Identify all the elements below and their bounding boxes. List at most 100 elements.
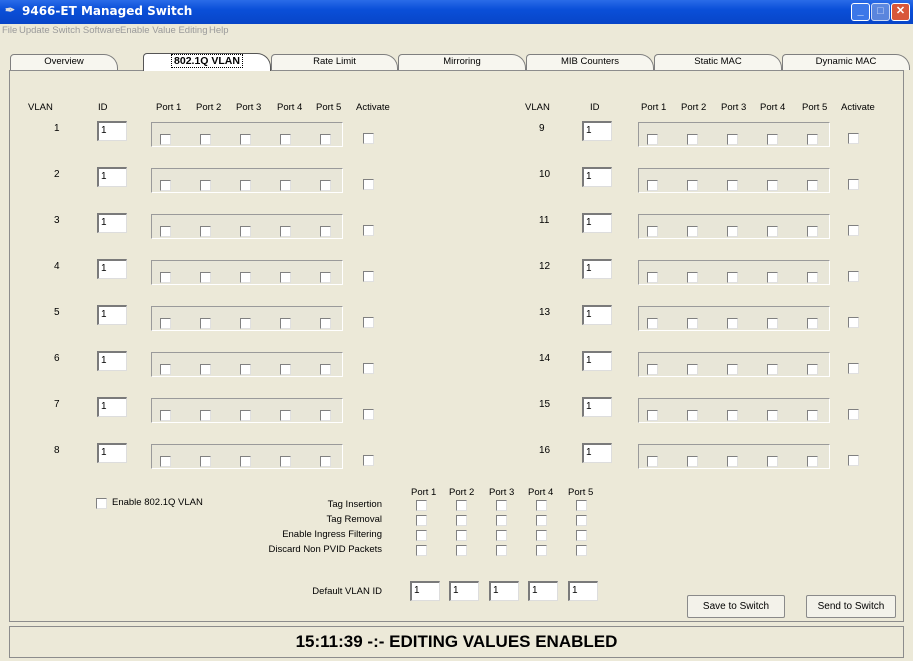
- tab-mib-counters[interactable]: MIB Counters: [526, 54, 654, 70]
- port-1-checkbox[interactable]: [160, 226, 171, 237]
- settings-port-4-checkbox[interactable]: [536, 545, 547, 556]
- activate-checkbox[interactable]: [363, 225, 374, 236]
- settings-port-2-checkbox[interactable]: [456, 515, 467, 526]
- default-vlan-id-port-5[interactable]: 1: [568, 581, 598, 601]
- port-4-checkbox[interactable]: [280, 410, 291, 421]
- port-2-checkbox[interactable]: [200, 134, 211, 145]
- port-4-checkbox[interactable]: [280, 364, 291, 375]
- tab-static-mac[interactable]: Static MAC: [654, 54, 782, 70]
- port-3-checkbox[interactable]: [727, 180, 738, 191]
- settings-port-5-checkbox[interactable]: [576, 545, 587, 556]
- activate-checkbox[interactable]: [363, 455, 374, 466]
- tab-rate-limit[interactable]: Rate Limit: [271, 54, 398, 70]
- port-4-checkbox[interactable]: [280, 180, 291, 191]
- port-1-checkbox[interactable]: [647, 318, 658, 329]
- port-5-checkbox[interactable]: [807, 180, 818, 191]
- settings-port-5-checkbox[interactable]: [576, 530, 587, 541]
- settings-port-3-checkbox[interactable]: [496, 500, 507, 511]
- port-3-checkbox[interactable]: [240, 180, 251, 191]
- port-1-checkbox[interactable]: [160, 318, 171, 329]
- port-2-checkbox[interactable]: [687, 180, 698, 191]
- port-3-checkbox[interactable]: [727, 456, 738, 467]
- port-5-checkbox[interactable]: [320, 180, 331, 191]
- settings-port-4-checkbox[interactable]: [536, 515, 547, 526]
- port-4-checkbox[interactable]: [280, 456, 291, 467]
- vlan-id-input[interactable]: 1: [97, 397, 127, 417]
- port-5-checkbox[interactable]: [320, 318, 331, 329]
- send-to-switch-button[interactable]: Send to Switch: [806, 595, 896, 618]
- activate-checkbox[interactable]: [363, 271, 374, 282]
- port-2-checkbox[interactable]: [687, 456, 698, 467]
- port-3-checkbox[interactable]: [240, 134, 251, 145]
- port-3-checkbox[interactable]: [240, 318, 251, 329]
- port-4-checkbox[interactable]: [767, 226, 778, 237]
- vlan-id-input[interactable]: 1: [582, 397, 612, 417]
- port-3-checkbox[interactable]: [727, 410, 738, 421]
- settings-port-5-checkbox[interactable]: [576, 500, 587, 511]
- port-2-checkbox[interactable]: [687, 318, 698, 329]
- settings-port-2-checkbox[interactable]: [456, 530, 467, 541]
- port-2-checkbox[interactable]: [687, 272, 698, 283]
- port-1-checkbox[interactable]: [160, 272, 171, 283]
- port-4-checkbox[interactable]: [280, 226, 291, 237]
- port-2-checkbox[interactable]: [200, 364, 211, 375]
- default-vlan-id-port-4[interactable]: 1: [528, 581, 558, 601]
- vlan-id-input[interactable]: 1: [582, 167, 612, 187]
- vlan-id-input[interactable]: 1: [97, 351, 127, 371]
- port-5-checkbox[interactable]: [320, 364, 331, 375]
- menu-enable-value-editing[interactable]: Enable Value Editing: [120, 25, 208, 36]
- activate-checkbox[interactable]: [363, 179, 374, 190]
- port-1-checkbox[interactable]: [647, 226, 658, 237]
- port-3-checkbox[interactable]: [727, 272, 738, 283]
- port-1-checkbox[interactable]: [647, 272, 658, 283]
- port-5-checkbox[interactable]: [320, 410, 331, 421]
- maximize-button[interactable]: □: [871, 3, 890, 21]
- tab-dynamic-mac[interactable]: Dynamic MAC: [782, 54, 910, 70]
- activate-checkbox[interactable]: [848, 409, 859, 420]
- enable-802-1q-checkbox[interactable]: [96, 498, 107, 509]
- port-2-checkbox[interactable]: [200, 180, 211, 191]
- port-5-checkbox[interactable]: [320, 272, 331, 283]
- port-2-checkbox[interactable]: [200, 410, 211, 421]
- settings-port-1-checkbox[interactable]: [416, 515, 427, 526]
- vlan-id-input[interactable]: 1: [582, 305, 612, 325]
- settings-port-3-checkbox[interactable]: [496, 545, 507, 556]
- settings-port-1-checkbox[interactable]: [416, 530, 427, 541]
- settings-port-2-checkbox[interactable]: [456, 500, 467, 511]
- port-4-checkbox[interactable]: [767, 364, 778, 375]
- port-5-checkbox[interactable]: [807, 410, 818, 421]
- port-1-checkbox[interactable]: [160, 364, 171, 375]
- port-3-checkbox[interactable]: [240, 226, 251, 237]
- port-1-checkbox[interactable]: [647, 180, 658, 191]
- port-4-checkbox[interactable]: [767, 410, 778, 421]
- port-3-checkbox[interactable]: [727, 364, 738, 375]
- port-1-checkbox[interactable]: [160, 134, 171, 145]
- port-4-checkbox[interactable]: [767, 318, 778, 329]
- activate-checkbox[interactable]: [848, 133, 859, 144]
- vlan-id-input[interactable]: 1: [97, 167, 127, 187]
- activate-checkbox[interactable]: [363, 317, 374, 328]
- default-vlan-id-port-1[interactable]: 1: [410, 581, 440, 601]
- port-5-checkbox[interactable]: [807, 272, 818, 283]
- settings-port-3-checkbox[interactable]: [496, 530, 507, 541]
- settings-port-3-checkbox[interactable]: [496, 515, 507, 526]
- port-4-checkbox[interactable]: [767, 456, 778, 467]
- vlan-id-input[interactable]: 1: [97, 121, 127, 141]
- port-4-checkbox[interactable]: [280, 318, 291, 329]
- port-3-checkbox[interactable]: [240, 364, 251, 375]
- port-1-checkbox[interactable]: [160, 456, 171, 467]
- port-1-checkbox[interactable]: [647, 364, 658, 375]
- port-5-checkbox[interactable]: [807, 456, 818, 467]
- port-4-checkbox[interactable]: [767, 272, 778, 283]
- port-5-checkbox[interactable]: [320, 226, 331, 237]
- minimize-button[interactable]: _: [851, 3, 870, 21]
- port-3-checkbox[interactable]: [240, 272, 251, 283]
- activate-checkbox[interactable]: [363, 133, 374, 144]
- activate-checkbox[interactable]: [848, 271, 859, 282]
- activate-checkbox[interactable]: [848, 363, 859, 374]
- vlan-id-input[interactable]: 1: [582, 121, 612, 141]
- port-2-checkbox[interactable]: [687, 226, 698, 237]
- vlan-id-input[interactable]: 1: [97, 213, 127, 233]
- port-3-checkbox[interactable]: [727, 318, 738, 329]
- port-1-checkbox[interactable]: [647, 134, 658, 145]
